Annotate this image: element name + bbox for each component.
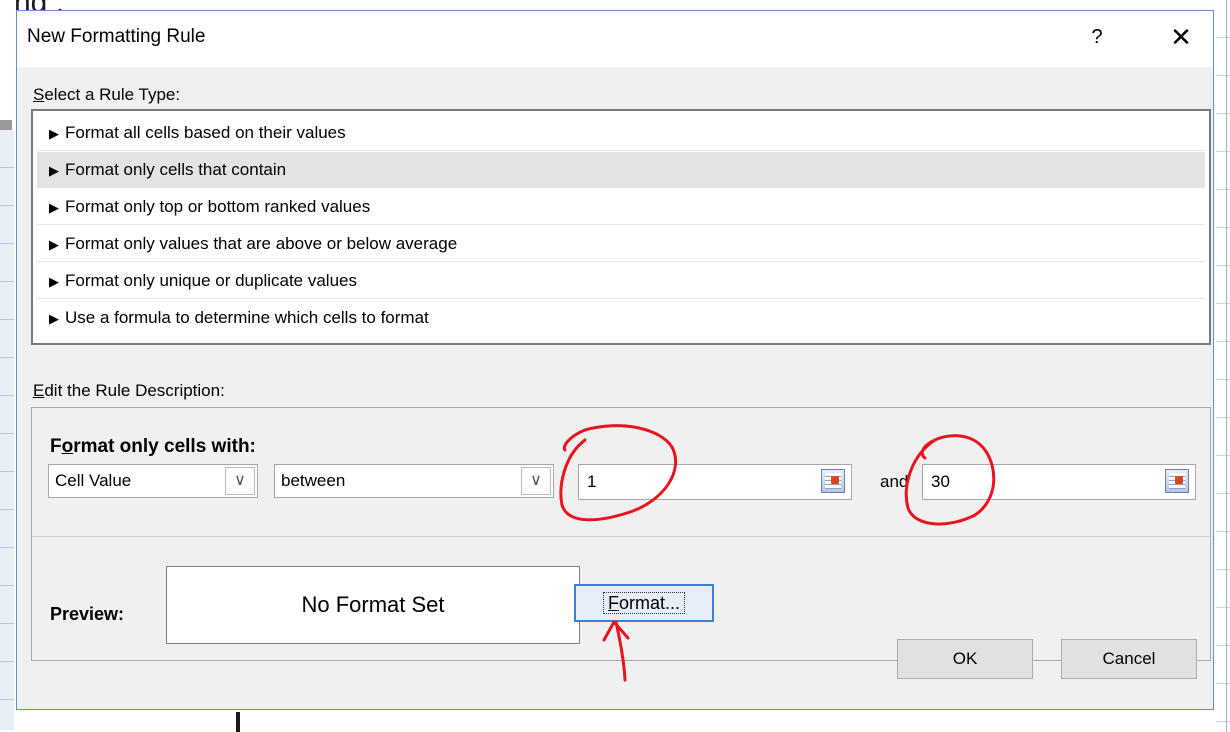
expand-arrow-icon: ▶ — [49, 163, 59, 178]
preview-label: Preview: — [50, 604, 125, 624]
chevron-down-icon[interactable]: ∨ — [521, 467, 551, 495]
edit-rule-description-label: Edit the Rule Description: — [33, 381, 225, 400]
background-spreadsheet-rows — [0, 130, 14, 730]
range-selector-icon[interactable] — [821, 469, 845, 493]
condition-type-dropdown[interactable]: Cell Value ∨ — [48, 464, 258, 498]
format-only-cells-with-heading: Format only cells with: — [50, 436, 256, 457]
select-rule-type-label: Select a Rule Type: — [33, 85, 181, 104]
expand-arrow-icon: ▶ — [49, 274, 59, 289]
rule-type-item[interactable]: ▶ Format only top or bottom ranked values — [37, 189, 1205, 225]
expand-arrow-icon: ▶ — [49, 237, 59, 252]
help-button[interactable]: ? — [1083, 23, 1111, 51]
value2-input[interactable]: 30 — [922, 464, 1196, 500]
rule-description-panel: Format only cells with: Cell Value ∨ bet… — [31, 407, 1211, 661]
title-bar: New Formatting Rule ? ✕ — [17, 11, 1213, 67]
rule-type-item-selected[interactable]: ▶ Format only cells that contain — [37, 152, 1205, 188]
cancel-button[interactable]: Cancel — [1061, 639, 1197, 679]
background-page-right — [1216, 0, 1230, 732]
rule-type-item[interactable]: ▶ Format only values that are above or be… — [37, 226, 1205, 262]
new-formatting-rule-dialog: New Formatting Rule ? ✕ Select a Rule Ty… — [16, 10, 1214, 710]
rule-type-list[interactable]: ▶ Format all cells based on their values … — [31, 109, 1211, 345]
expand-arrow-icon: ▶ — [49, 126, 59, 141]
value1-text: 1 — [587, 472, 597, 491]
rule-type-item[interactable]: ▶ Use a formula to determine which cells … — [37, 300, 1205, 336]
preview-box: No Format Set — [166, 566, 580, 644]
close-button[interactable]: ✕ — [1163, 21, 1199, 53]
value1-input[interactable]: 1 — [578, 464, 852, 500]
operator-value: between — [281, 471, 346, 490]
operator-dropdown[interactable]: between ∨ — [274, 464, 554, 498]
dialog-title: New Formatting Rule — [27, 26, 206, 47]
expand-arrow-icon: ▶ — [49, 200, 59, 215]
range-selector-icon[interactable] — [1165, 469, 1189, 493]
rule-type-item[interactable]: ▶ Format all cells based on their values — [37, 115, 1205, 151]
format-button[interactable]: Format... — [574, 584, 714, 622]
and-label: and — [880, 472, 909, 491]
background-bar — [236, 712, 240, 732]
ok-button[interactable]: OK — [897, 639, 1033, 679]
background-divider — [1226, 0, 1227, 732]
preview-text: No Format Set — [301, 592, 445, 617]
separator — [32, 536, 1210, 537]
value2-text: 30 — [931, 472, 950, 491]
expand-arrow-icon: ▶ — [49, 311, 59, 326]
chevron-down-icon[interactable]: ∨ — [225, 467, 255, 495]
rule-type-item[interactable]: ▶ Format only unique or duplicate values — [37, 263, 1205, 299]
condition-type-value: Cell Value — [55, 471, 132, 490]
